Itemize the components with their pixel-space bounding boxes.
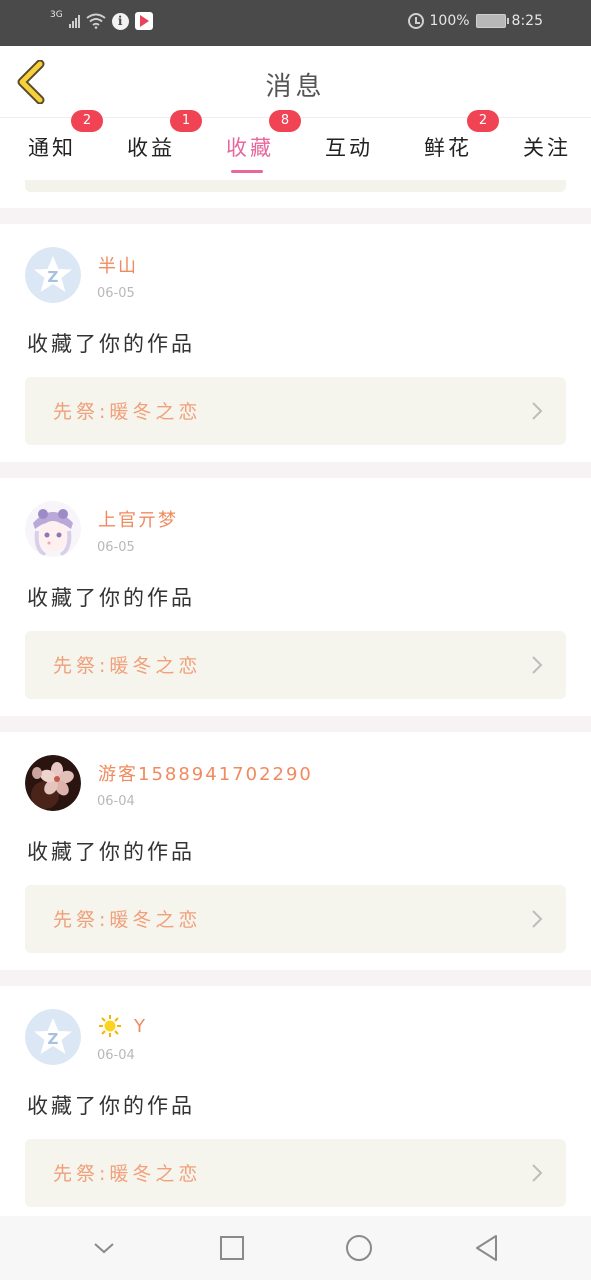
action-text: 收藏了你的作品 bbox=[27, 840, 195, 864]
avatar[interactable]: Z bbox=[25, 1009, 81, 1065]
list-item: Z 半山 06-05 收藏了你的作品 先祭:暖冬之恋 bbox=[0, 224, 591, 462]
tab-label: 鲜花 bbox=[424, 136, 472, 160]
header: 消息 bbox=[0, 46, 591, 118]
action-text: 收藏了你的作品 bbox=[27, 332, 195, 356]
action-text: 收藏了你的作品 bbox=[27, 586, 195, 610]
work-title: 先祭:暖冬之恋 bbox=[53, 909, 202, 931]
video-app-icon bbox=[134, 12, 153, 30]
work-title: 先祭:暖冬之恋 bbox=[53, 1163, 202, 1185]
username-text: Y bbox=[134, 1015, 147, 1037]
tab-label: 收益 bbox=[127, 136, 175, 160]
divider bbox=[0, 462, 591, 478]
list-item: Z Y 06-04 收藏了你的作品 先祭:暖冬之恋 bbox=[0, 986, 591, 1216]
tab-label: 关注 bbox=[523, 136, 571, 160]
avatar[interactable] bbox=[25, 501, 81, 557]
sun-icon bbox=[99, 1015, 121, 1037]
chevron-down-icon[interactable] bbox=[84, 1228, 124, 1268]
page-title: 消息 bbox=[265, 72, 326, 102]
username[interactable]: 上官亓梦 bbox=[98, 506, 178, 532]
recent-apps-icon[interactable] bbox=[212, 1228, 252, 1268]
chevron-right-icon bbox=[532, 910, 543, 928]
active-tab-indicator bbox=[231, 170, 263, 173]
tab-label: 通知 bbox=[28, 136, 76, 160]
tab-flowers[interactable]: 鲜花 2 bbox=[421, 110, 499, 180]
work-link[interactable]: 先祭:暖冬之恋 bbox=[25, 631, 566, 699]
username[interactable]: 半山 bbox=[98, 252, 138, 278]
work-title: 先祭:暖冬之恋 bbox=[53, 655, 202, 677]
divider bbox=[0, 970, 591, 986]
tab-notifications[interactable]: 通知 2 bbox=[25, 110, 103, 180]
svg-text:Z: Z bbox=[48, 268, 59, 286]
work-link[interactable]: 先祭:暖冬之恋 bbox=[25, 885, 566, 953]
tab-follows[interactable]: 关注 bbox=[520, 118, 574, 180]
chevron-right-icon bbox=[532, 402, 543, 420]
divider bbox=[0, 208, 591, 224]
divider bbox=[0, 716, 591, 732]
home-icon[interactable] bbox=[339, 1228, 379, 1268]
wifi-icon bbox=[86, 13, 106, 29]
previous-work-box[interactable] bbox=[25, 180, 566, 192]
username[interactable]: Y bbox=[98, 1014, 147, 1038]
badge: 1 bbox=[170, 110, 202, 132]
date: 06-05 bbox=[97, 540, 135, 555]
tab-earnings[interactable]: 收益 1 bbox=[124, 110, 202, 180]
date: 06-04 bbox=[97, 1048, 135, 1063]
message-list[interactable]: Z 半山 06-05 收藏了你的作品 先祭:暖冬之恋 上官亓梦 06-05 收藏… bbox=[0, 180, 591, 1216]
date: 06-05 bbox=[97, 286, 135, 301]
work-link[interactable]: 先祭:暖冬之恋 bbox=[25, 1139, 566, 1207]
date: 06-04 bbox=[97, 794, 135, 809]
badge: 8 bbox=[269, 110, 301, 132]
signal-icon bbox=[68, 14, 80, 28]
avatar[interactable] bbox=[25, 755, 81, 811]
tab-favorites[interactable]: 收藏 8 bbox=[223, 110, 301, 180]
status-bar: 3G i 100% 8:25 bbox=[0, 0, 591, 46]
alarm-icon bbox=[407, 13, 424, 29]
battery-percent: 100% bbox=[429, 13, 470, 29]
chevron-right-icon bbox=[532, 1164, 543, 1182]
network-type: 3G bbox=[50, 10, 63, 20]
avatar[interactable]: Z bbox=[25, 247, 81, 303]
badge: 2 bbox=[71, 110, 103, 132]
chevron-right-icon bbox=[532, 656, 543, 674]
battery-icon bbox=[475, 14, 509, 28]
system-nav-bar bbox=[0, 1216, 591, 1280]
badge: 2 bbox=[467, 110, 499, 132]
info-icon: i bbox=[111, 12, 129, 30]
svg-text:Z: Z bbox=[48, 1030, 59, 1048]
list-item: 游客1588941702290 06-04 收藏了你的作品 先祭:暖冬之恋 bbox=[0, 732, 591, 970]
work-title: 先祭:暖冬之恋 bbox=[53, 401, 202, 423]
username[interactable]: 游客1588941702290 bbox=[98, 760, 313, 786]
list-item: 上官亓梦 06-05 收藏了你的作品 先祭:暖冬之恋 bbox=[0, 478, 591, 716]
tab-bar: 通知 2 收益 1 收藏 8 互动 鲜花 2 关注 bbox=[0, 110, 591, 180]
back-triangle-icon[interactable] bbox=[467, 1228, 507, 1268]
tab-interactions[interactable]: 互动 bbox=[322, 118, 376, 180]
action-text: 收藏了你的作品 bbox=[27, 1094, 195, 1118]
work-link[interactable]: 先祭:暖冬之恋 bbox=[25, 377, 566, 445]
clock-time: 8:25 bbox=[511, 13, 543, 29]
tab-label: 收藏 bbox=[226, 136, 274, 160]
tab-label: 互动 bbox=[325, 136, 373, 160]
